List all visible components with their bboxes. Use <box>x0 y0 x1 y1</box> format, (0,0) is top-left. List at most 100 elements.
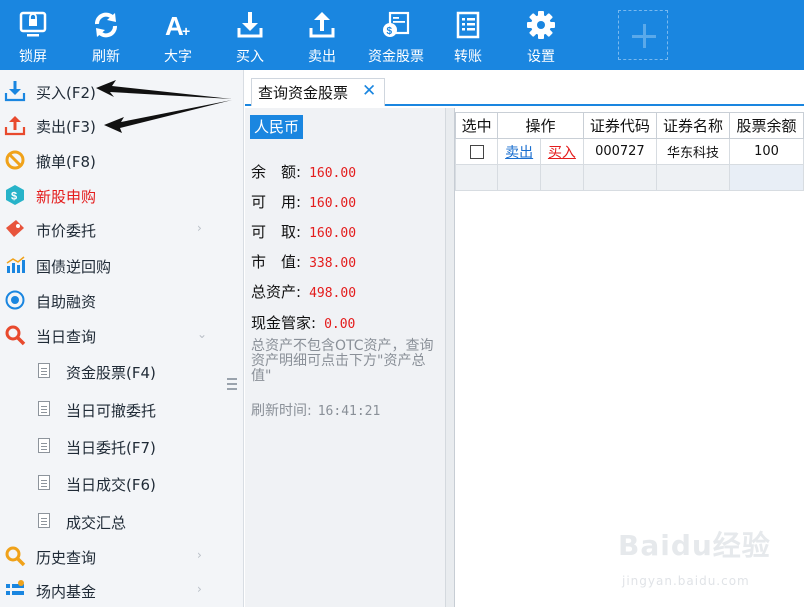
asset-value: 160.00 <box>309 226 357 241</box>
settings-button[interactable]: 设置 <box>511 6 571 66</box>
buy-toolbar-label: 买入 <box>236 49 264 65</box>
sidebar-item-cancel-order[interactable]: 撤单(F8) <box>0 143 220 177</box>
sidebar-collapse-handle[interactable] <box>226 377 238 391</box>
watermark-url: jingyan.baidu.com <box>622 574 750 588</box>
sidebar-item-market-order[interactable]: 市价委托 › <box>0 212 220 246</box>
asset-label: 市 值: <box>251 253 302 271</box>
upload-icon <box>4 116 26 136</box>
asset-value: 0.00 <box>324 317 356 332</box>
sidebar-subitem-cancelable-orders[interactable]: 当日可撤委托 <box>0 392 220 426</box>
asset-row-total-assets: 总资产: 498.00 <box>251 281 356 302</box>
buy-link[interactable]: 买入 <box>548 145 576 161</box>
sidebar-item-label: 国债逆回购 <box>36 258 112 276</box>
buy-cell: 买入 <box>540 138 584 165</box>
column-header-code[interactable]: 证券代码 <box>582 112 657 139</box>
asset-label: 余 额: <box>251 163 302 181</box>
sidebar-subitem-trade-summary[interactable]: 成交汇总 <box>0 504 220 538</box>
asset-row-market-value: 市 值: 338.00 <box>251 251 356 272</box>
lock-screen-label: 锁屏 <box>19 49 47 65</box>
sidebar-subitem-label: 当日委托(F7) <box>66 439 156 457</box>
currency-badge[interactable]: 人民币 <box>250 115 304 139</box>
download-icon <box>4 81 26 102</box>
ticket-icon <box>6 220 24 237</box>
funds-stocks-button[interactable]: $ 资金股票 <box>366 6 426 66</box>
sidebar-item-label: 自助融资 <box>36 293 97 311</box>
name-cell: 华东科技 <box>655 138 731 165</box>
sidebar-item-history-query[interactable]: 历史查询 › <box>0 539 220 573</box>
sidebar-item-reverse-repo[interactable]: 国债逆回购 <box>0 248 220 282</box>
select-cell <box>454 138 499 165</box>
lock-screen-button[interactable]: 锁屏 <box>3 6 63 66</box>
sidebar-item-label: 场内基金 <box>36 583 97 601</box>
sell-cell: 卖出 <box>497 138 542 165</box>
sidebar-item-label: 卖出(F3) <box>36 118 96 136</box>
sidebar-subitem-today-orders[interactable]: 当日委托(F7) <box>0 429 220 463</box>
sell-link[interactable]: 卖出 <box>505 145 533 161</box>
chevron-right-icon: › <box>197 548 202 562</box>
asset-row-cash-manager: 现金管家: 0.00 <box>251 312 355 333</box>
sidebar-item-label: 历史查询 <box>36 549 97 567</box>
sidebar-item-self-financing[interactable]: 自助融资 <box>0 283 220 317</box>
chevron-right-icon: › <box>197 582 202 596</box>
upload-icon <box>309 12 335 38</box>
svg-text:$: $ <box>11 191 17 203</box>
search-icon <box>5 546 26 567</box>
column-header-select[interactable]: 选中 <box>454 112 499 139</box>
refresh-time-value: 16:41:21 <box>317 404 381 419</box>
refresh-time: 刷新时间: 16:41:21 <box>251 400 380 420</box>
refresh-icon <box>95 12 117 38</box>
refresh-label: 刷新 <box>92 49 120 65</box>
sidebar-item-sell[interactable]: 卖出(F3) <box>0 108 220 142</box>
add-toolbar-button[interactable] <box>618 10 668 60</box>
tab-bar: 查询资金股票 ✕ <box>245 70 804 106</box>
asset-summary-panel: 人民币 余 额: 160.00 可 用: 160.00 可 取: 160.00 市 值… <box>245 108 445 607</box>
svg-text:+: + <box>182 23 190 39</box>
refresh-button[interactable]: 刷新 <box>76 6 136 66</box>
tab-query-funds-stocks[interactable]: 查询资金股票 ✕ <box>251 78 385 106</box>
asset-value: 160.00 <box>309 166 357 181</box>
asset-row-withdrawable: 可 取: 160.00 <box>251 221 356 242</box>
large-font-button[interactable]: A + 大字 <box>148 6 208 66</box>
column-header-actions[interactable]: 操作 <box>497 112 584 139</box>
sidebar: 买入(F2) 卖出(F3) 撤单(F8) $ 新股申购 市价委托 › 国债逆回购… <box>0 70 244 607</box>
sidebar-subitem-label: 当日成交(F6) <box>66 476 156 494</box>
panel-splitter[interactable] <box>445 108 454 607</box>
font-size-icon: A + <box>165 11 190 40</box>
watermark-logo: Baidu经验 <box>618 529 771 562</box>
search-icon <box>5 325 26 346</box>
tab-label: 查询资金股票 <box>258 84 349 102</box>
bar-chart-icon <box>6 256 25 273</box>
funds-icon: $ <box>383 11 410 37</box>
document-icon <box>38 475 50 490</box>
sidebar-item-ipo-subscription[interactable]: $ 新股申购 <box>0 178 220 212</box>
column-header-name[interactable]: 证券名称 <box>655 112 731 139</box>
asset-label: 可 用: <box>251 193 302 211</box>
funds-stocks-label: 资金股票 <box>368 49 424 65</box>
sidebar-subitem-today-trades[interactable]: 当日成交(F6) <box>0 466 220 500</box>
asset-row-balance: 余 额: 160.00 <box>251 161 356 182</box>
download-icon <box>237 12 263 38</box>
sidebar-subitem-label: 成交汇总 <box>66 514 127 532</box>
sidebar-item-today-query[interactable]: 当日查询 ⌄ <box>0 318 220 352</box>
finance-icon <box>5 290 25 310</box>
settings-label: 设置 <box>527 49 555 65</box>
cancel-icon <box>5 150 25 170</box>
sell-toolbar-button[interactable]: 卖出 <box>292 6 352 66</box>
sidebar-item-exchange-fund[interactable]: 场内基金 › <box>0 573 220 607</box>
sidebar-item-label: 市价委托 <box>36 222 97 240</box>
transfer-button[interactable]: 转账 <box>438 6 498 66</box>
row-checkbox[interactable] <box>469 144 484 159</box>
refresh-time-label: 刷新时间: <box>251 403 312 419</box>
column-header-balance[interactable]: 股票余额 <box>729 112 804 139</box>
buy-toolbar-button[interactable]: 买入 <box>220 6 280 66</box>
sidebar-item-buy[interactable]: 买入(F2) <box>0 74 220 108</box>
coin-icon: $ <box>6 185 24 205</box>
sidebar-subitem-label: 当日可撤委托 <box>66 402 157 420</box>
holdings-table: 选中 操作 证券代码 证券名称 股票余额 卖出 买入 000727 华东科技 1… <box>454 112 804 191</box>
balance-cell: 100 <box>729 138 804 165</box>
table-summary-row <box>454 164 804 191</box>
close-icon[interactable]: ✕ <box>362 81 376 101</box>
table-row: 卖出 买入 000727 华东科技 100 <box>454 138 804 165</box>
sidebar-subitem-funds-stocks[interactable]: 资金股票(F4) <box>0 354 220 388</box>
sidebar-item-label: 撤单(F8) <box>36 153 96 171</box>
